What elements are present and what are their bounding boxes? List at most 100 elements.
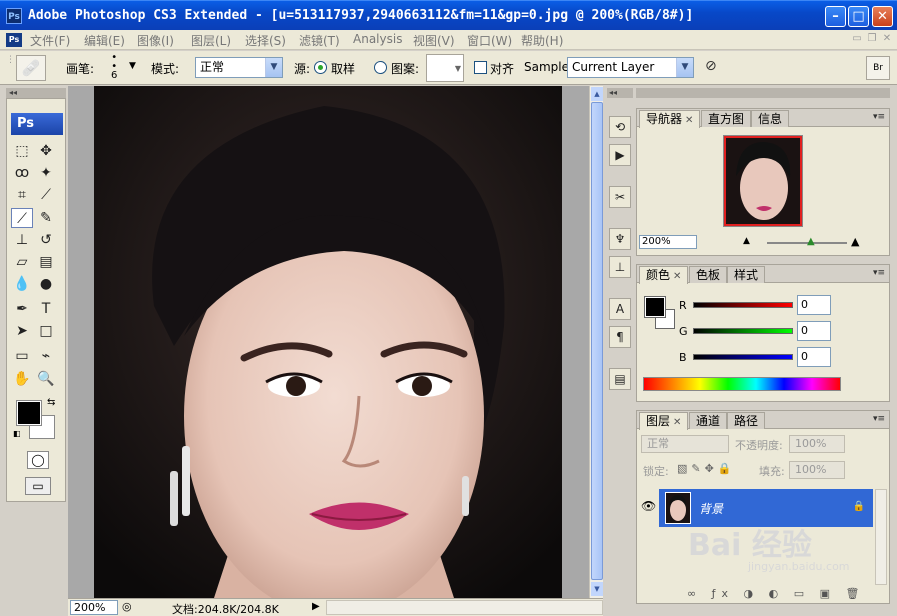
dodge-tool-icon[interactable]: ●	[35, 274, 57, 294]
menu-analysis[interactable]: Analysis	[353, 32, 402, 46]
minimize-button[interactable]: –	[825, 6, 846, 27]
portrait-photo[interactable]	[94, 86, 562, 598]
pen-tool-icon[interactable]: ✒	[11, 299, 33, 319]
pattern-radio[interactable]	[374, 61, 387, 74]
clone-stamp-tool-icon[interactable]: ⊥	[11, 230, 33, 250]
hand-tool-icon[interactable]: ✋	[11, 369, 33, 389]
maximize-button[interactable]: □	[848, 6, 869, 27]
color-spectrum-bar[interactable]	[643, 377, 841, 391]
scroll-thumb[interactable]	[591, 102, 603, 580]
path-selection-tool-icon[interactable]: ➤	[11, 321, 33, 341]
doc-minimize-icon[interactable]: ▭	[851, 33, 863, 45]
tab-info[interactable]: 信息	[751, 110, 790, 127]
tab-layers[interactable]: 图层 ✕	[639, 412, 689, 430]
gradient-tool-icon[interactable]: ▤	[35, 252, 57, 272]
tools-collapse-bar[interactable]: ◂◂	[6, 88, 66, 98]
color-fg-swatch[interactable]	[644, 296, 666, 318]
history-brush-tool-icon[interactable]: ↺	[35, 230, 57, 250]
rectangle-tool-icon[interactable]: □	[35, 321, 57, 341]
r-value-field[interactable]: 0	[797, 295, 831, 315]
r-slider[interactable]	[693, 302, 793, 308]
navigator-thumbnail[interactable]	[723, 135, 803, 227]
brush-tool-icon[interactable]: ✎	[35, 208, 57, 228]
scroll-down-icon[interactable]: ▼	[591, 582, 603, 596]
horizontal-scrollbar[interactable]	[326, 600, 603, 615]
scroll-up-icon[interactable]: ▲	[591, 87, 603, 101]
menu-filter[interactable]: 滤镜(T)	[299, 32, 340, 49]
close-button[interactable]: ✕	[872, 6, 893, 27]
tab-navigator[interactable]: 导航器 ✕	[639, 110, 701, 128]
pattern-picker[interactable]: ▼	[426, 54, 464, 82]
layer-footer-icons[interactable]: ∞ ƒx ◑ ◐ ▭ ▣ 🗑	[687, 587, 865, 600]
status-icon[interactable]: ◎	[122, 600, 132, 613]
zoom-level-field[interactable]: 200%	[70, 600, 118, 615]
tab-channels[interactable]: 通道	[689, 412, 728, 429]
dock-collapse-bar[interactable]: ◂◂	[607, 88, 633, 98]
screen-mode-icon[interactable]: ▭	[25, 477, 51, 495]
navigator-zoom-field[interactable]: 200%	[639, 235, 697, 249]
sample-select[interactable]: Current Layer ▼	[567, 57, 694, 78]
clone-source-icon[interactable]: ⊥	[609, 256, 631, 278]
layer-comps-icon[interactable]: ▤	[609, 368, 631, 390]
sampled-radio[interactable]	[314, 61, 327, 74]
b-value-field[interactable]: 0	[797, 347, 831, 367]
eraser-tool-icon[interactable]: ▱	[11, 252, 33, 272]
panels-collapse-bar[interactable]	[636, 88, 890, 98]
g-slider[interactable]	[693, 328, 793, 334]
color-panel-menu-icon[interactable]: ▾≡	[873, 268, 885, 278]
character-panel-icon[interactable]: A	[609, 298, 631, 320]
layers-panel-menu-icon[interactable]: ▾≡	[873, 414, 885, 424]
lasso-tool-icon[interactable]: ꝏ	[11, 163, 33, 183]
brush-dropdown-icon[interactable]: ▼	[129, 61, 136, 71]
slice-tool-icon[interactable]: ⟋	[35, 185, 57, 205]
healing-brush-tool-icon[interactable]: ⟋	[11, 208, 33, 228]
document-canvas[interactable]	[68, 86, 589, 598]
b-slider[interactable]	[693, 354, 793, 360]
marquee-tool-icon[interactable]: ⬚	[11, 141, 33, 161]
menu-layer[interactable]: 图层(L)	[191, 32, 231, 49]
menu-window[interactable]: 窗口(W)	[467, 32, 512, 49]
opacity-field[interactable]: 100%	[789, 435, 845, 453]
panel-menu-icon[interactable]: ▾≡	[873, 112, 885, 122]
tab-styles[interactable]: 样式	[727, 266, 766, 283]
blur-tool-icon[interactable]: 💧	[11, 274, 33, 294]
menu-edit[interactable]: 编辑(E)	[84, 32, 125, 49]
brushes-panel-icon[interactable]: ♆	[609, 228, 631, 250]
notes-tool-icon[interactable]: ▭	[11, 346, 33, 366]
tab-color[interactable]: 颜色 ✕	[639, 266, 689, 284]
swap-colors-icon[interactable]: ⇆	[47, 397, 55, 408]
actions-panel-icon[interactable]: ▶	[609, 144, 631, 166]
vertical-scrollbar[interactable]: ▲ ▼	[589, 86, 603, 598]
tab-paths[interactable]: 路径	[727, 412, 766, 429]
document-menu-icon[interactable]: Ps	[6, 33, 22, 47]
zoom-tool-icon[interactable]: 🔍	[35, 369, 57, 389]
quick-mask-icon[interactable]: ◯	[27, 451, 49, 469]
pattern-dropdown-icon[interactable]: ▼	[455, 64, 461, 73]
layer-visibility-icon[interactable]: 👁	[641, 499, 656, 513]
mode-select[interactable]: 正常 ▼	[195, 57, 283, 78]
zoom-in-icon[interactable]: ▲	[851, 235, 859, 248]
tab-histogram[interactable]: 直方图	[701, 110, 752, 127]
ignore-adjustment-layers-icon[interactable]: ⊘	[705, 58, 717, 74]
layers-scrollbar[interactable]	[875, 489, 887, 585]
healing-brush-preset-icon[interactable]: 🩹	[16, 55, 46, 81]
menu-image[interactable]: 图像(I)	[137, 32, 174, 49]
zoom-slider-handle[interactable]: ▲	[807, 236, 815, 247]
tab-swatches[interactable]: 色板	[689, 266, 728, 283]
move-tool-icon[interactable]: ✥	[35, 141, 57, 161]
doc-close-icon[interactable]: ✕	[881, 33, 893, 45]
crop-tool-icon[interactable]: ⌗	[11, 185, 33, 205]
g-value-field[interactable]: 0	[797, 321, 831, 341]
foreground-color-swatch[interactable]	[16, 400, 42, 426]
menu-file[interactable]: 文件(F)	[30, 32, 70, 49]
doc-restore-icon[interactable]: ❐	[866, 33, 878, 45]
menu-help[interactable]: 帮助(H)	[521, 32, 563, 49]
menu-select[interactable]: 选择(S)	[245, 32, 286, 49]
aligned-checkbox[interactable]	[474, 61, 487, 74]
menu-view[interactable]: 视图(V)	[413, 32, 455, 49]
fill-field[interactable]: 100%	[789, 461, 845, 479]
zoom-out-icon[interactable]: ▲	[743, 236, 750, 246]
eyedropper-tool-icon[interactable]: ⌁	[35, 346, 57, 366]
photoshop-app-icon[interactable]: Ps	[6, 8, 22, 24]
blend-mode-select[interactable]: 正常	[641, 435, 729, 453]
